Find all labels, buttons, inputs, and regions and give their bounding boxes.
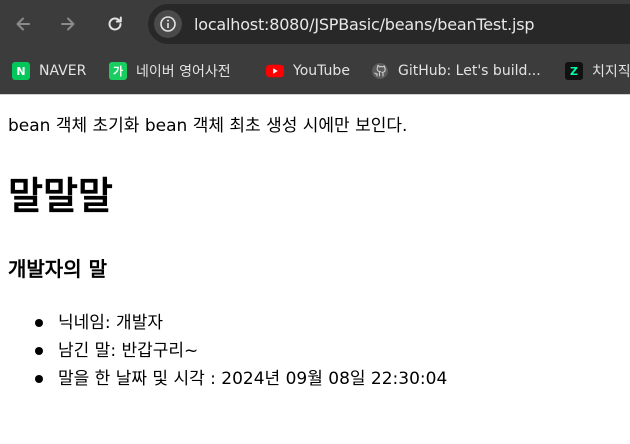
bookmark-naver-dictionary[interactable]: 가 네이버 영어사전 (109, 56, 231, 86)
bookmark-label: NAVER (39, 63, 87, 79)
list-item-message: 남긴 말: 반갑구리~ (35, 337, 447, 365)
section-heading: 개발자의 말 (8, 257, 107, 281)
bookmark-label: 치지직 (592, 64, 630, 80)
page-content: bean 객체 초기화 bean 객체 최초 생성 시에만 보인다. 말말말 개… (0, 95, 630, 444)
address-bar[interactable]: localhost:8080/JSPBasic/beans/beanTest.j… (148, 4, 630, 44)
bookmark-chzzk[interactable]: Z 치지직 (565, 56, 630, 86)
info-list: 닉네임: 개발자 남긴 말: 반갑구리~ 말을 한 날짜 및 시각 : 2024… (35, 309, 447, 393)
info-icon (160, 16, 176, 32)
list-item-nickname: 닉네임: 개발자 (35, 309, 447, 337)
bookmarks-bar: N NAVER 가 네이버 영어사전 YouTube GitHub: Let's… (0, 48, 630, 94)
bookmark-naver[interactable]: N NAVER (12, 56, 86, 86)
bookmark-github[interactable]: GitHub: Let's build... (371, 56, 541, 86)
reload-icon (108, 16, 122, 31)
page-title: 말말말 (8, 174, 113, 218)
list-item-datetime: 말을 한 날짜 및 시각 : 2024년 09월 08일 22:30:04 (35, 365, 447, 393)
bookmark-label: 네이버 영어사전 (136, 64, 231, 80)
back-button[interactable] (8, 9, 38, 39)
arrow-right-icon (61, 17, 75, 31)
site-info-button[interactable] (154, 10, 182, 38)
bookmark-label: GitHub: Let's build... (398, 63, 541, 79)
chzzk-icon: Z (565, 62, 583, 80)
bookmark-label: YouTube (293, 63, 350, 79)
youtube-icon (266, 62, 284, 80)
reload-button[interactable] (100, 9, 130, 39)
browser-toolbar: localhost:8080/JSPBasic/beans/beanTest.j… (0, 0, 630, 48)
naver-dictionary-icon: 가 (109, 62, 127, 80)
url-text: localhost:8080/JSPBasic/beans/beanTest.j… (194, 14, 535, 34)
intro-text: bean 객체 초기화 bean 객체 최초 생성 시에만 보인다. (8, 116, 408, 136)
arrow-left-icon (16, 17, 30, 31)
github-icon (371, 62, 389, 80)
bookmark-youtube[interactable]: YouTube (266, 56, 350, 86)
forward-button[interactable] (53, 9, 83, 39)
naver-icon: N (12, 62, 30, 80)
